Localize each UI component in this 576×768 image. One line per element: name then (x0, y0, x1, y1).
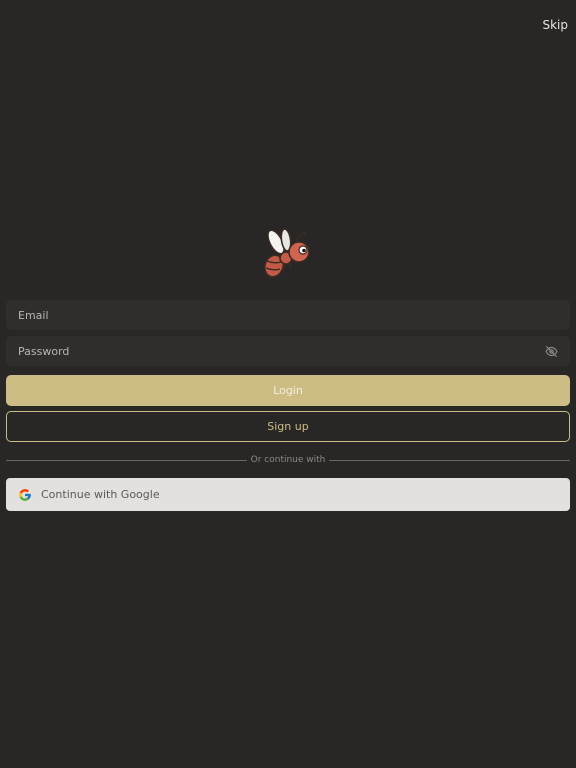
divider: Or continue with (6, 452, 571, 468)
eye-off-icon[interactable] (544, 344, 558, 358)
divider-line-left (6, 459, 247, 461)
divider-line-right (329, 459, 571, 461)
login-screen: Skip Email Login Sign up Or continue wit… (0, 0, 576, 768)
google-g-icon (18, 488, 32, 502)
google-button-label: Continue with Google (41, 488, 160, 501)
google-sign-in-button[interactable]: Continue with Google (6, 478, 570, 511)
email-field[interactable] (18, 308, 558, 322)
skip-button[interactable]: Skip (540, 16, 570, 34)
email-field-container (6, 300, 570, 330)
sign-up-button[interactable]: Sign up (6, 411, 570, 442)
password-field[interactable] (18, 344, 544, 358)
bee-mascot-icon (260, 228, 316, 282)
login-button[interactable]: Login (6, 375, 570, 406)
divider-text: Or continue with (250, 455, 326, 465)
password-field-container (6, 336, 570, 366)
